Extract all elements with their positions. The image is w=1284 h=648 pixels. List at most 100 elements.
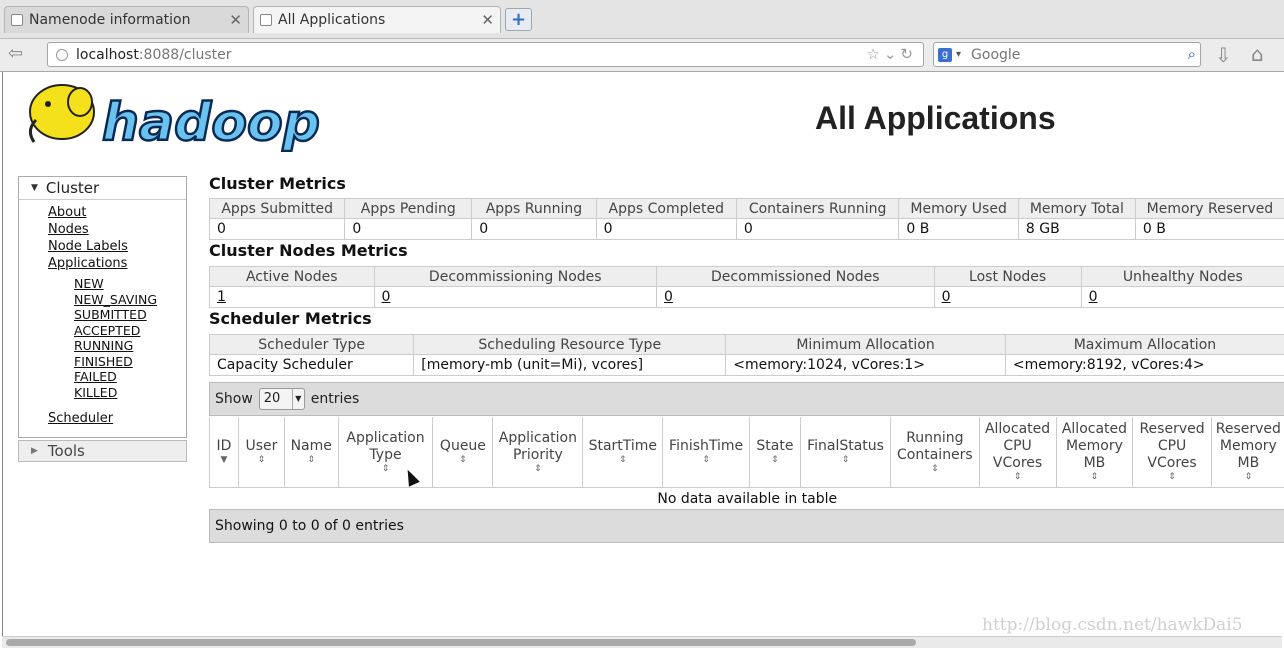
globe-icon bbox=[56, 49, 68, 61]
node-metric-cell[interactable]: 0 bbox=[934, 287, 1081, 308]
horizontal-scrollbar[interactable] bbox=[2, 636, 1282, 648]
sidebar-app-state-accepted[interactable]: ACCEPTED bbox=[74, 323, 186, 339]
column-header[interactable]: Reserved Memory MB⇕ bbox=[1211, 417, 1284, 487]
node-metric-cell[interactable]: 0 bbox=[657, 287, 935, 308]
scheduler-metric-header: Scheduling Resource Type bbox=[414, 335, 726, 355]
sort-icon[interactable]: ⇕ bbox=[1137, 472, 1206, 482]
column-header-label: User bbox=[245, 438, 277, 454]
chevron-down-icon[interactable]: ▾ bbox=[956, 49, 961, 60]
scheduler-metric-value: <memory:8192, vCores:4> bbox=[1005, 355, 1284, 376]
new-tab-button[interactable]: + bbox=[505, 8, 532, 31]
node-metric-header: Unhealthy Nodes bbox=[1081, 267, 1284, 287]
column-header[interactable]: State⇕ bbox=[749, 417, 800, 487]
sidebar-app-state-finished[interactable]: FINISHED bbox=[74, 354, 186, 370]
triangle-down-icon: ▼ bbox=[31, 183, 38, 193]
column-header-label: Name bbox=[291, 438, 332, 454]
sort-icon[interactable]: ⇕ bbox=[587, 455, 658, 465]
column-header[interactable]: Application Priority⇕ bbox=[493, 417, 583, 487]
scheduler-metric-header: Minimum Allocation bbox=[726, 335, 1006, 355]
node-metric-cell[interactable]: 1 bbox=[210, 287, 375, 308]
sidebar-link-node-labels[interactable]: Node Labels bbox=[48, 238, 186, 255]
tab-namenode-information[interactable]: Namenode information ✕ bbox=[4, 6, 249, 33]
page-icon bbox=[11, 14, 23, 26]
sort-icon[interactable]: ⇕ bbox=[754, 455, 796, 465]
magnifier-icon[interactable]: ⌕ bbox=[1188, 45, 1196, 63]
node-metric-value-link[interactable]: 1 bbox=[217, 289, 226, 305]
table-row: No data available in table bbox=[210, 487, 1284, 510]
sort-icon[interactable]: ⇕ bbox=[667, 455, 745, 465]
url-bar[interactable]: localhost:8088/cluster ☆⌄↻ bbox=[47, 42, 924, 67]
cluster-metric-header: Apps Completed bbox=[596, 199, 736, 219]
column-header[interactable]: FinishTime⇕ bbox=[663, 417, 750, 487]
close-tab-icon[interactable]: ✕ bbox=[229, 11, 242, 29]
entries-select-value: 20 bbox=[264, 391, 281, 406]
node-metric-cell[interactable]: 0 bbox=[1081, 287, 1284, 308]
sidebar-app-state-new-saving[interactable]: NEW_SAVING bbox=[74, 292, 186, 308]
node-metric-header: Active Nodes bbox=[210, 267, 375, 287]
node-metric-value-link[interactable]: 0 bbox=[942, 289, 951, 305]
sort-icon[interactable]: ⇕ bbox=[805, 455, 886, 465]
sidebar-cluster-panel: ▼ Cluster About Nodes Node Labels Applic… bbox=[18, 176, 187, 438]
column-header[interactable]: Running Containers⇕ bbox=[891, 417, 979, 487]
tab-all-applications[interactable]: All Applications ✕ bbox=[253, 6, 501, 33]
sidebar-app-state-submitted[interactable]: SUBMITTED bbox=[74, 307, 186, 323]
apps-table-length-control: Show 20 ▼ entries bbox=[209, 382, 1284, 416]
sidebar-link-nodes[interactable]: Nodes bbox=[48, 221, 186, 238]
sort-icon[interactable]: ⇕ bbox=[1216, 472, 1281, 482]
home-icon[interactable]: ⌂ bbox=[1251, 42, 1264, 66]
sidebar-app-state-new[interactable]: NEW bbox=[74, 276, 186, 292]
column-header[interactable]: ID▼ bbox=[210, 417, 239, 487]
sort-icon[interactable]: ⇕ bbox=[895, 464, 974, 474]
sort-icon[interactable]: ⇕ bbox=[289, 455, 334, 465]
chevron-down-icon: ▼ bbox=[292, 389, 304, 409]
column-header[interactable]: User⇕ bbox=[238, 417, 284, 487]
sort-icon[interactable]: ⇕ bbox=[497, 464, 578, 474]
hadoop-logo[interactable]: hadoop bbox=[20, 80, 320, 152]
sort-icon[interactable]: ⇕ bbox=[437, 455, 488, 465]
column-header[interactable]: Allocated Memory MB⇕ bbox=[1056, 417, 1133, 487]
back-icon[interactable]: ⇦ bbox=[8, 43, 23, 64]
sidebar-app-state-failed[interactable]: FAILED bbox=[74, 369, 186, 385]
column-header[interactable]: Allocated CPU VCores⇕ bbox=[979, 417, 1056, 487]
entries-select[interactable]: 20 ▼ bbox=[259, 388, 305, 410]
cluster-metrics-title: Cluster Metrics bbox=[209, 174, 346, 193]
bookmark-reload-icons[interactable]: ☆⌄↻ bbox=[866, 45, 917, 63]
apps-table-info: Showing 0 to 0 of 0 entries bbox=[209, 509, 1284, 543]
column-header[interactable]: Application Type⇕ bbox=[338, 417, 433, 487]
no-data-message: No data available in table bbox=[210, 487, 1284, 510]
sort-icon[interactable]: ⇕ bbox=[1061, 472, 1129, 482]
search-input[interactable] bbox=[969, 46, 1173, 64]
scheduler-metrics-table: Scheduler TypeScheduling Resource TypeMi… bbox=[209, 334, 1284, 376]
close-tab-icon[interactable]: ✕ bbox=[481, 11, 494, 29]
column-header[interactable]: StartTime⇕ bbox=[583, 417, 663, 487]
download-icon[interactable]: ⇩ bbox=[1215, 43, 1232, 67]
sidebar-cluster-header[interactable]: ▼ Cluster bbox=[19, 177, 186, 200]
column-header[interactable]: Name⇕ bbox=[284, 417, 338, 487]
column-header-label: Allocated Memory MB bbox=[1062, 421, 1127, 471]
sort-desc-icon[interactable]: ▼ bbox=[214, 455, 234, 465]
sidebar-app-state-running[interactable]: RUNNING bbox=[74, 338, 186, 354]
cluster-metric-value: 0 bbox=[596, 219, 736, 240]
column-header[interactable]: Reserved CPU VCores⇕ bbox=[1133, 417, 1211, 487]
node-metric-cell[interactable]: 0 bbox=[374, 287, 656, 308]
sidebar-link-scheduler[interactable]: Scheduler bbox=[48, 410, 186, 427]
scheduler-metric-value: <memory:1024, vCores:1> bbox=[726, 355, 1006, 376]
search-bar[interactable]: g ▾ ⌕ bbox=[933, 42, 1201, 67]
node-metric-value-link[interactable]: 0 bbox=[1089, 289, 1098, 305]
sort-icon[interactable]: ⇕ bbox=[984, 472, 1052, 482]
cluster-metric-header: Memory Reserved bbox=[1135, 199, 1284, 219]
sort-icon[interactable]: ⇕ bbox=[243, 455, 280, 465]
sidebar-app-state-killed[interactable]: KILLED bbox=[74, 385, 186, 401]
cluster-metric-header: Apps Submitted bbox=[210, 199, 345, 219]
search-engine-icon[interactable]: g bbox=[938, 48, 952, 62]
node-metric-value-link[interactable]: 0 bbox=[382, 289, 391, 305]
sidebar-link-about[interactable]: About bbox=[48, 204, 186, 221]
tab-label: Namenode information bbox=[29, 12, 229, 28]
scrollbar-thumb[interactable] bbox=[6, 639, 916, 646]
column-header[interactable]: Queue⇕ bbox=[433, 417, 493, 487]
sidebar-tools-header[interactable]: ▶ Tools bbox=[18, 440, 187, 462]
node-metric-value-link[interactable]: 0 bbox=[664, 289, 673, 305]
column-header[interactable]: FinalStatus⇕ bbox=[800, 417, 890, 487]
sidebar-link-applications[interactable]: Applications bbox=[48, 255, 186, 272]
entries-label: entries bbox=[311, 391, 360, 407]
